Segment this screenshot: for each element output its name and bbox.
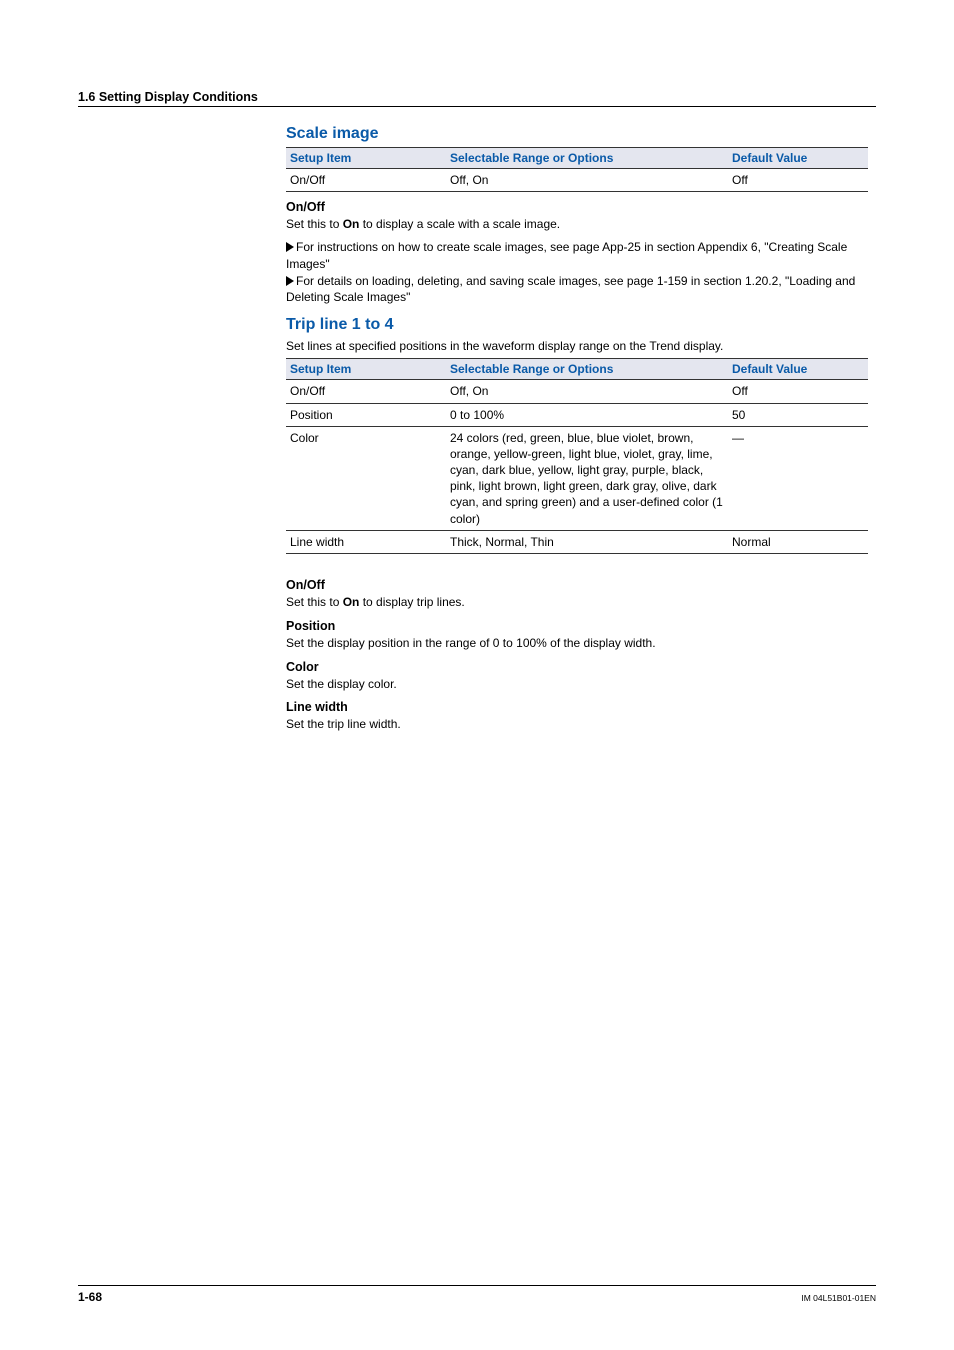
table-row: On/Off Off, On Off [286, 169, 868, 192]
cell-item: On/Off [286, 169, 446, 192]
cell-def: Off [728, 169, 868, 192]
link-text: For details on loading, deleting, and sa… [286, 274, 855, 305]
th-setup-item: Setup Item [286, 148, 446, 169]
trip-line-desc: Set lines at specified positions in the … [286, 338, 868, 354]
triangle-icon [286, 242, 294, 252]
table-row: On/Off Off, On Off [286, 380, 868, 403]
spacer [286, 560, 868, 570]
th-range: Selectable Range or Options [446, 359, 728, 380]
link-text: For instructions on how to create scale … [286, 240, 847, 271]
page-number: 1-68 [78, 1290, 102, 1304]
cell-item: Line width [286, 530, 446, 553]
triangle-icon [286, 276, 294, 286]
trip-width-heading: Line width [286, 700, 868, 714]
scale-link-1: For instructions on how to create scale … [286, 239, 868, 273]
cell-def: Normal [728, 530, 868, 553]
scale-onoff-heading: On/Off [286, 200, 868, 214]
th-default: Default Value [728, 148, 868, 169]
table-header-row: Setup Item Selectable Range or Options D… [286, 148, 868, 169]
scale-link-2: For details on loading, deleting, and sa… [286, 273, 868, 307]
trip-color-heading: Color [286, 660, 868, 674]
trip-onoff-desc: Set this to On to display trip lines. [286, 594, 868, 611]
cell-def: — [728, 426, 868, 530]
text: to display trip lines. [359, 595, 464, 609]
th-range: Selectable Range or Options [446, 148, 728, 169]
trip-onoff-heading: On/Off [286, 578, 868, 592]
content-column: Scale image Setup Item Selectable Range … [286, 125, 868, 733]
breadcrumb: 1.6 Setting Display Conditions [78, 90, 876, 104]
trip-width-desc: Set the trip line width. [286, 716, 868, 733]
th-setup-item: Setup Item [286, 359, 446, 380]
text: Set this to [286, 595, 343, 609]
table-header-row: Setup Item Selectable Range or Options D… [286, 359, 868, 380]
cell-item: Position [286, 403, 446, 426]
page-footer: 1-68 IM 04L51B01-01EN [78, 1285, 876, 1304]
page: 1.6 Setting Display Conditions Scale ima… [0, 0, 954, 1350]
cell-item: On/Off [286, 380, 446, 403]
cell-def: Off [728, 380, 868, 403]
table-row: Color 24 colors (red, green, blue, blue … [286, 426, 868, 530]
scale-image-table: Setup Item Selectable Range or Options D… [286, 147, 868, 192]
cell-def: 50 [728, 403, 868, 426]
cell-range: Thick, Normal, Thin [446, 530, 728, 553]
scale-onoff-desc: Set this to On to display a scale with a… [286, 216, 868, 233]
text: Set this to [286, 217, 343, 231]
cell-range: Off, On [446, 380, 728, 403]
scale-image-title: Scale image [286, 125, 868, 143]
trip-line-title: Trip line 1 to 4 [286, 316, 868, 334]
text: to display a scale with a scale image. [359, 217, 560, 231]
cell-range: Off, On [446, 169, 728, 192]
cell-range: 0 to 100% [446, 403, 728, 426]
th-default: Default Value [728, 359, 868, 380]
doc-id: IM 04L51B01-01EN [801, 1293, 876, 1303]
table-row: Line width Thick, Normal, Thin Normal [286, 530, 868, 553]
trip-line-table: Setup Item Selectable Range or Options D… [286, 358, 868, 554]
table-row: Position 0 to 100% 50 [286, 403, 868, 426]
trip-position-heading: Position [286, 619, 868, 633]
trip-color-desc: Set the display color. [286, 676, 868, 693]
trip-position-desc: Set the display position in the range of… [286, 635, 868, 652]
cell-range: 24 colors (red, green, blue, blue violet… [446, 426, 728, 530]
text-bold: On [343, 595, 360, 609]
cell-item: Color [286, 426, 446, 530]
text-bold: On [343, 217, 360, 231]
breadcrumb-bar: 1.6 Setting Display Conditions [78, 90, 876, 107]
